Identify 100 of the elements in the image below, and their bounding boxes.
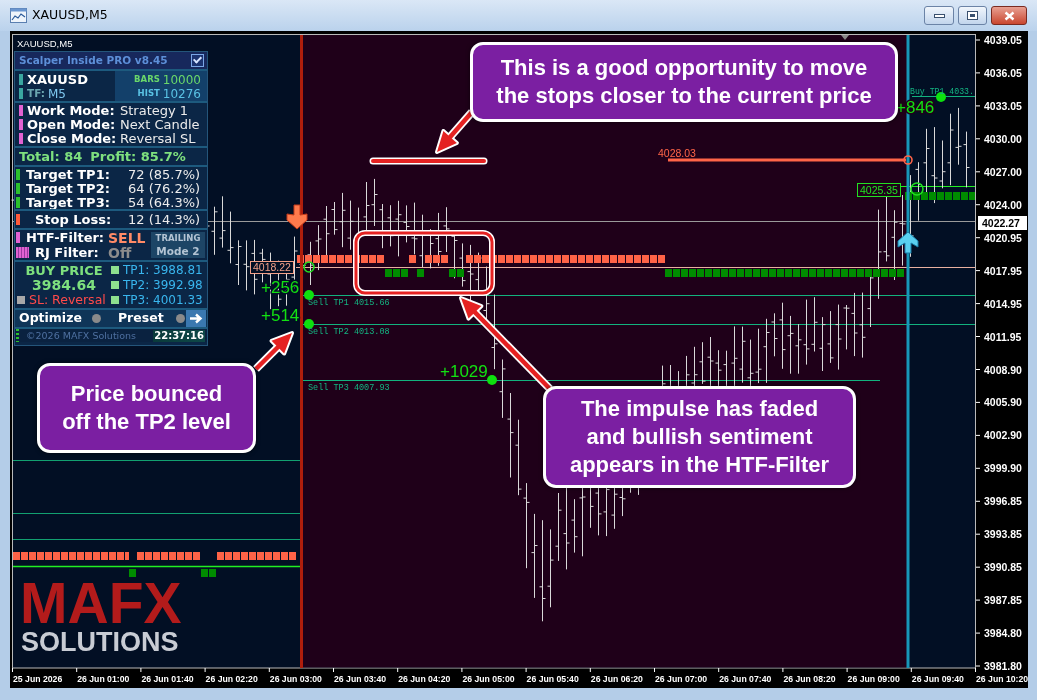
marker-icon (19, 119, 23, 130)
level-line (911, 96, 976, 97)
timeframe-label: TF: (27, 88, 45, 99)
time-tick-label: 26 Jun 01:00 (77, 674, 130, 684)
window-title: XAUUSD,M5 (32, 6, 108, 25)
mode-value: Next Candle (120, 118, 200, 131)
price-tick-label: 3990.85 (984, 561, 1022, 574)
marker-icon (16, 232, 20, 243)
preset-button[interactable]: Preset (117, 312, 164, 325)
mode-value: Strategy 1 (120, 104, 189, 117)
price-tick-label: 3996.85 (984, 495, 1022, 508)
marker-icon (19, 73, 23, 85)
filter-label: HTF-Filter: (26, 231, 106, 244)
time-tick-label: 26 Jun 06:20 (590, 674, 643, 684)
target-label: Target TP1: (26, 167, 111, 181)
price-tick-label: 4011.95 (984, 330, 1022, 343)
chart-window-icon (10, 8, 27, 23)
time-tick-label: 26 Jun 09:40 (911, 674, 964, 684)
arrow-button[interactable] (186, 310, 206, 327)
total-text: Total: 84 (19, 150, 83, 163)
stat-value: 10276 (162, 87, 201, 100)
close-button[interactable] (991, 6, 1027, 25)
time-tick-label: 26 Jun 10:20 (976, 674, 1028, 684)
target-value: 72 (85.7%) (128, 167, 201, 181)
price-tick-label: 4002.90 (984, 429, 1022, 442)
dot-icon (304, 319, 314, 329)
close-icon (1003, 10, 1015, 21)
time-tick-label: 26 Jun 05:40 (526, 674, 579, 684)
down-arrow-icon (286, 204, 308, 230)
square-icon (17, 296, 25, 304)
take-profit-price: TP2: 3992.98 (123, 279, 203, 291)
filter-label: RJ Filter: (35, 246, 100, 259)
maximize-button[interactable] (958, 6, 987, 25)
filter-value: SELL (108, 230, 146, 245)
price-tick-label: 3999.90 (984, 462, 1022, 475)
signal-strip (425, 255, 448, 263)
marker-icon (19, 133, 23, 144)
signal-strip (129, 569, 136, 577)
checkbox[interactable] (191, 54, 204, 67)
marker-icon (16, 329, 19, 342)
timeframe-value: M5 (47, 87, 66, 100)
price-tick-label: 4005.90 (984, 396, 1022, 409)
profit-text: Profit: 85.7% (90, 150, 186, 163)
ring-icon (303, 261, 315, 273)
target-value: 64 (76.2%) (128, 181, 201, 195)
price-tick-label: 4030.00 (984, 132, 1022, 145)
mode-label: Open Mode: (27, 118, 117, 131)
price-tick-label: 4033.05 (984, 99, 1022, 112)
dot-icon (936, 92, 946, 102)
target-value: 54 (64.3%) (128, 195, 201, 209)
stop-loss-label: Stop Loss: (35, 213, 113, 226)
price-tick-label: 3981.80 (984, 660, 1022, 672)
optimize-button[interactable]: Optimize (19, 312, 82, 325)
mode-value: Reversal SL (120, 132, 196, 145)
shift-marker-icon (841, 35, 849, 40)
logo-wordmark: MAFX (20, 578, 182, 628)
time-tick-label: 25 Jun 2026 (13, 674, 63, 684)
stop-loss-mode: SL: Reversal (29, 293, 106, 307)
symbol-name: XAUUSD (27, 72, 88, 86)
price-tick-label: 3984.80 (984, 627, 1022, 640)
time-tick-label: 26 Jun 01:40 (141, 674, 194, 684)
logo-tagline: SOLUTIONS (21, 628, 179, 656)
target-label: Buy TP1 4033. (910, 87, 974, 96)
signal-strip (201, 569, 216, 577)
stat-value: 10000 (162, 73, 201, 86)
time-tick-label: 26 Jun 03:00 (269, 674, 322, 684)
price-tick-label: 4017.95 (984, 264, 1022, 277)
profit-label: +1029 (440, 362, 488, 381)
current-price-tag: 4022.27 (978, 216, 1027, 230)
stat-label: BARS (134, 75, 160, 84)
price-tag: 4025.35 (857, 183, 901, 197)
maximize-icon (967, 11, 978, 20)
time-tick-label: 26 Jun 08:20 (783, 674, 836, 684)
callout: Price bounced off the TP2 level (37, 363, 256, 453)
take-profit-price: TP3: 4001.33 (123, 294, 203, 306)
marker-icon (16, 247, 29, 258)
signal-strip (137, 552, 200, 560)
minimize-button[interactable] (924, 6, 954, 25)
chart-symbol-label: XAUUSD,M5 (17, 38, 73, 49)
take-profit-price: TP1: 3988.81 (123, 264, 203, 276)
trailing-mode: Mode 2 (156, 245, 200, 256)
mode-label: Work Mode: (27, 104, 116, 117)
signal-strip (385, 269, 408, 277)
price-tick-label: 3993.85 (984, 528, 1022, 541)
square-icon (111, 296, 119, 304)
trailing-label: TRAILING (155, 234, 201, 243)
price-tick-label: 4036.05 (984, 66, 1022, 79)
target-label: Sell TP3 4007.93 (308, 383, 390, 393)
ring-icon (903, 155, 913, 165)
square-icon (111, 281, 119, 289)
time-tick-label: 26 Jun 07:40 (719, 674, 772, 684)
up-arrow-icon (897, 231, 919, 254)
callout: This is a good opportunity to move the stops closer to the current price (470, 42, 898, 122)
time-tick-label: 26 Jun 03:40 (334, 674, 387, 684)
time-tick-label: 26 Jun 05:00 (462, 674, 515, 684)
price-tick-label: 4008.90 (984, 363, 1022, 376)
price-tick-label: 4024.00 (984, 198, 1022, 211)
marker-icon (16, 214, 20, 225)
ring-icon (910, 182, 924, 196)
marker-icon (16, 182, 20, 194)
